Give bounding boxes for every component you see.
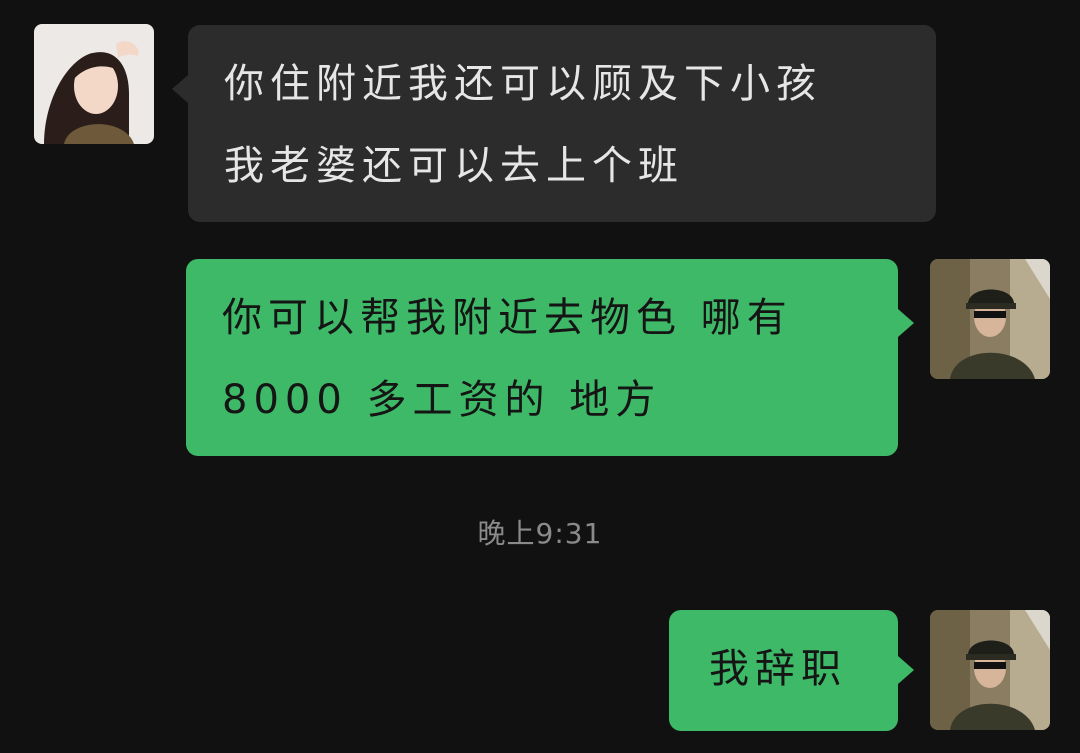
chat-window: 你住附近我还可以顾及下小孩 我老婆还可以去上个班 你可以帮我附近去物色 哪有 8… — [0, 0, 1080, 753]
outgoing-message-bubble[interactable]: 我辞职 — [669, 610, 914, 731]
message-line: 你住附近我还可以顾及下小孩 — [224, 61, 822, 107]
bubble-tail — [898, 656, 914, 684]
message-timestamp: 晚上9:31 — [477, 517, 603, 550]
self-avatar[interactable] — [930, 259, 1050, 379]
self-avatar[interactable] — [930, 610, 1050, 730]
officer-portrait-avatar-icon — [930, 610, 1050, 730]
incoming-message-bubble[interactable]: 你住附近我还可以顾及下小孩 我老婆还可以去上个班 — [172, 25, 936, 222]
message-line: 我老婆还可以去上个班 — [224, 143, 684, 189]
message-line: 我辞职 — [709, 646, 847, 692]
bubble-tail — [898, 309, 914, 337]
bubble-tail — [172, 75, 188, 103]
message-line: 8000 多工资的 地方 — [222, 377, 662, 423]
message-line: 你可以帮我附近去物色 哪有 — [222, 295, 793, 341]
outgoing-message-bubble[interactable]: 你可以帮我附近去物色 哪有 8000 多工资的 地方 — [186, 259, 914, 456]
woman-portrait-avatar-icon — [34, 24, 154, 144]
officer-portrait-avatar-icon — [930, 259, 1050, 379]
contact-avatar[interactable] — [34, 24, 154, 144]
